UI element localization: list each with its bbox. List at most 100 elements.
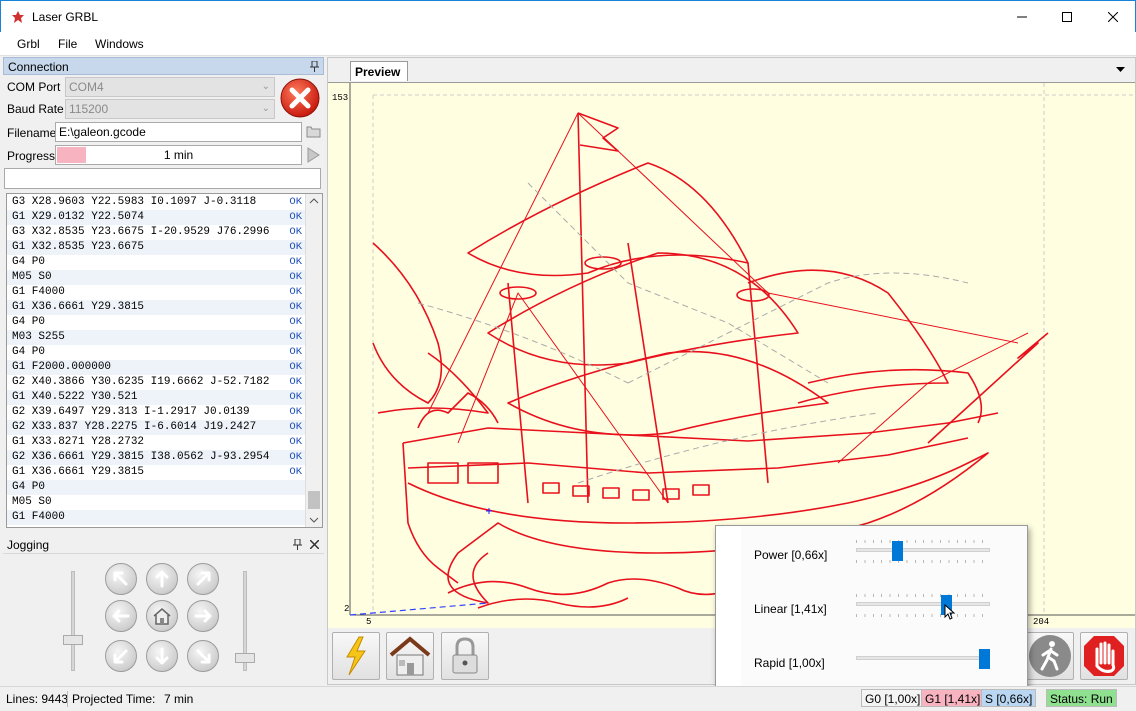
filename-field[interactable]: E:\galeon.gcode [55, 122, 302, 142]
pin-icon[interactable] [310, 61, 319, 72]
log-status: OK [289, 241, 302, 253]
lightning-icon [346, 636, 366, 676]
log-row: G1 X40.5222 Y30.521 OK [7, 390, 306, 405]
jog-speed-slider[interactable] [63, 571, 83, 671]
rapid-slider[interactable] [856, 646, 990, 674]
jog-down-right-button[interactable] [187, 640, 219, 672]
arrow-up-icon [155, 570, 169, 588]
log-status: OK [289, 301, 302, 313]
log-status: OK [289, 406, 302, 418]
command-log[interactable]: G3 X28.9603 Y22.5983 I0.1097 J-0.3118 OK G… [6, 193, 323, 528]
com-port-select[interactable]: COM4 ⌄ [65, 77, 275, 97]
menu-bar: Grbl File Windows [0, 32, 1136, 56]
rapid-label: Rapid [1,00x] [754, 656, 825, 670]
log-command: G2 X39.6497 Y29.313 I-1.2917 J0.0139 [12, 406, 250, 418]
log-command: G4 P0 [12, 481, 46, 493]
log-status: OK [289, 331, 302, 343]
status-run-badge: Status: Run [1046, 689, 1117, 707]
maximize-button[interactable] [1044, 1, 1089, 32]
linear-label: Linear [1,41x] [754, 602, 827, 616]
log-command: G1 X36.6661 Y29.3815 [12, 466, 145, 478]
pin-icon[interactable] [293, 539, 302, 550]
log-scrollbar[interactable] [305, 194, 322, 527]
minimize-icon [1016, 16, 1027, 17]
log-row: G2 X40.3866 Y30.6235 I19.6662 J-52.7182 O… [7, 375, 306, 390]
jog-up-button[interactable] [146, 563, 178, 595]
jog-up-left-button[interactable] [105, 563, 137, 595]
log-command: G1 F4000 [12, 286, 65, 298]
title-bar: Laser GRBL [0, 0, 1136, 32]
jog-left-button[interactable] [105, 600, 137, 632]
log-command: G2 X33.837 Y28.2275 I-6.6014 J19.2427 [12, 421, 257, 433]
baud-rate-select[interactable]: 115200 ⌄ [65, 99, 275, 119]
home-icon [153, 608, 171, 625]
override-popup: Power [0,66x] Linear [1,41x] Rapid [1,00… [715, 525, 1028, 689]
log-row: G3 X28.9603 Y22.5983 I0.1097 J-0.3118 OK [7, 195, 306, 210]
filename-value: E:\galeon.gcode [59, 125, 146, 139]
arrow-down-left-icon [113, 649, 128, 664]
menu-windows[interactable]: Windows [95, 37, 144, 51]
left-panel: Connection COM Port COM4 ⌄ Baud Rate 115… [3, 57, 324, 685]
log-row: G1 X36.6661 Y29.3815 OK [7, 465, 306, 480]
log-row: G1 F2000.000000 OK [7, 360, 306, 375]
lock-icon [452, 637, 478, 674]
log-status: OK [289, 391, 302, 403]
slider-thumb[interactable] [63, 635, 83, 645]
jogging-header: Jogging [3, 536, 324, 554]
log-status: OK [289, 436, 302, 448]
command-input[interactable] [4, 168, 321, 189]
log-row: M03 S255 OK [7, 330, 306, 345]
axis-x-max: 204 [1033, 617, 1049, 627]
close-icon[interactable] [310, 540, 319, 549]
log-command: M05 S0 [12, 271, 52, 283]
open-folder-icon[interactable] [306, 124, 321, 138]
jog-down-left-button[interactable] [105, 640, 137, 672]
log-command: G4 P0 [12, 316, 46, 328]
disconnect-button[interactable] [279, 77, 321, 119]
play-icon[interactable] [306, 147, 320, 163]
jog-step-slider[interactable] [235, 571, 255, 671]
jog-right-button[interactable] [187, 600, 219, 632]
log-command: G1 X32.8535 Y23.6675 [12, 241, 145, 253]
connection-header: Connection [3, 57, 324, 75]
slider-track [71, 571, 75, 671]
log-command: G2 X40.3866 Y30.6235 I19.6662 J-52.7182 [12, 376, 270, 388]
jog-down-button[interactable] [146, 640, 178, 672]
arrow-up-left-icon [113, 571, 128, 586]
override-panel: Power [0,66x] Linear [1,41x] Rapid [1,00… [741, 526, 1027, 688]
menu-grbl[interactable]: Grbl [17, 37, 40, 51]
dropdown-triangle-icon[interactable] [1116, 67, 1125, 73]
menu-file[interactable]: File [58, 37, 77, 51]
progress-label: Progress [7, 149, 56, 163]
mouse-cursor-icon [944, 604, 956, 620]
homing-button[interactable] [386, 632, 434, 680]
laser-on-button[interactable] [332, 632, 380, 680]
linear-slider[interactable] [856, 592, 990, 620]
rapid-slider-thumb[interactable] [979, 649, 990, 669]
connection-title: Connection [8, 60, 69, 74]
unlock-button[interactable] [441, 632, 489, 680]
power-slider[interactable] [856, 538, 990, 566]
close-window-button[interactable] [1090, 1, 1135, 32]
log-scroll-thumb[interactable] [308, 491, 320, 509]
stop-hand-icon [1084, 636, 1124, 676]
slider-thumb[interactable] [235, 653, 255, 663]
chevron-up-icon[interactable] [309, 197, 319, 205]
tab-preview[interactable]: Preview [350, 61, 408, 81]
minimize-button[interactable] [999, 1, 1044, 32]
progress-text: 1 min [163, 148, 194, 162]
arrow-down-right-icon [196, 649, 211, 664]
jog-up-right-button[interactable] [187, 563, 219, 595]
walk-button[interactable] [1026, 632, 1074, 680]
g1-override-badge: G1 [1,41x] [921, 689, 985, 707]
jog-home-button[interactable] [146, 600, 178, 632]
chevron-down-icon[interactable] [309, 516, 319, 524]
stop-button[interactable] [1080, 632, 1128, 680]
chevron-down-icon: ⌄ [261, 103, 270, 114]
arrow-left-icon [112, 609, 130, 623]
log-row: G2 X39.6497 Y29.313 I-1.2917 J0.0139 OK [7, 405, 306, 420]
power-slider-thumb[interactable] [892, 541, 903, 561]
log-status: OK [289, 466, 302, 478]
status-bar: Lines: 9443 Projected Time: 7 min G0 [1,… [0, 686, 1136, 711]
log-command: G1 X33.8271 Y28.2732 [12, 436, 145, 448]
